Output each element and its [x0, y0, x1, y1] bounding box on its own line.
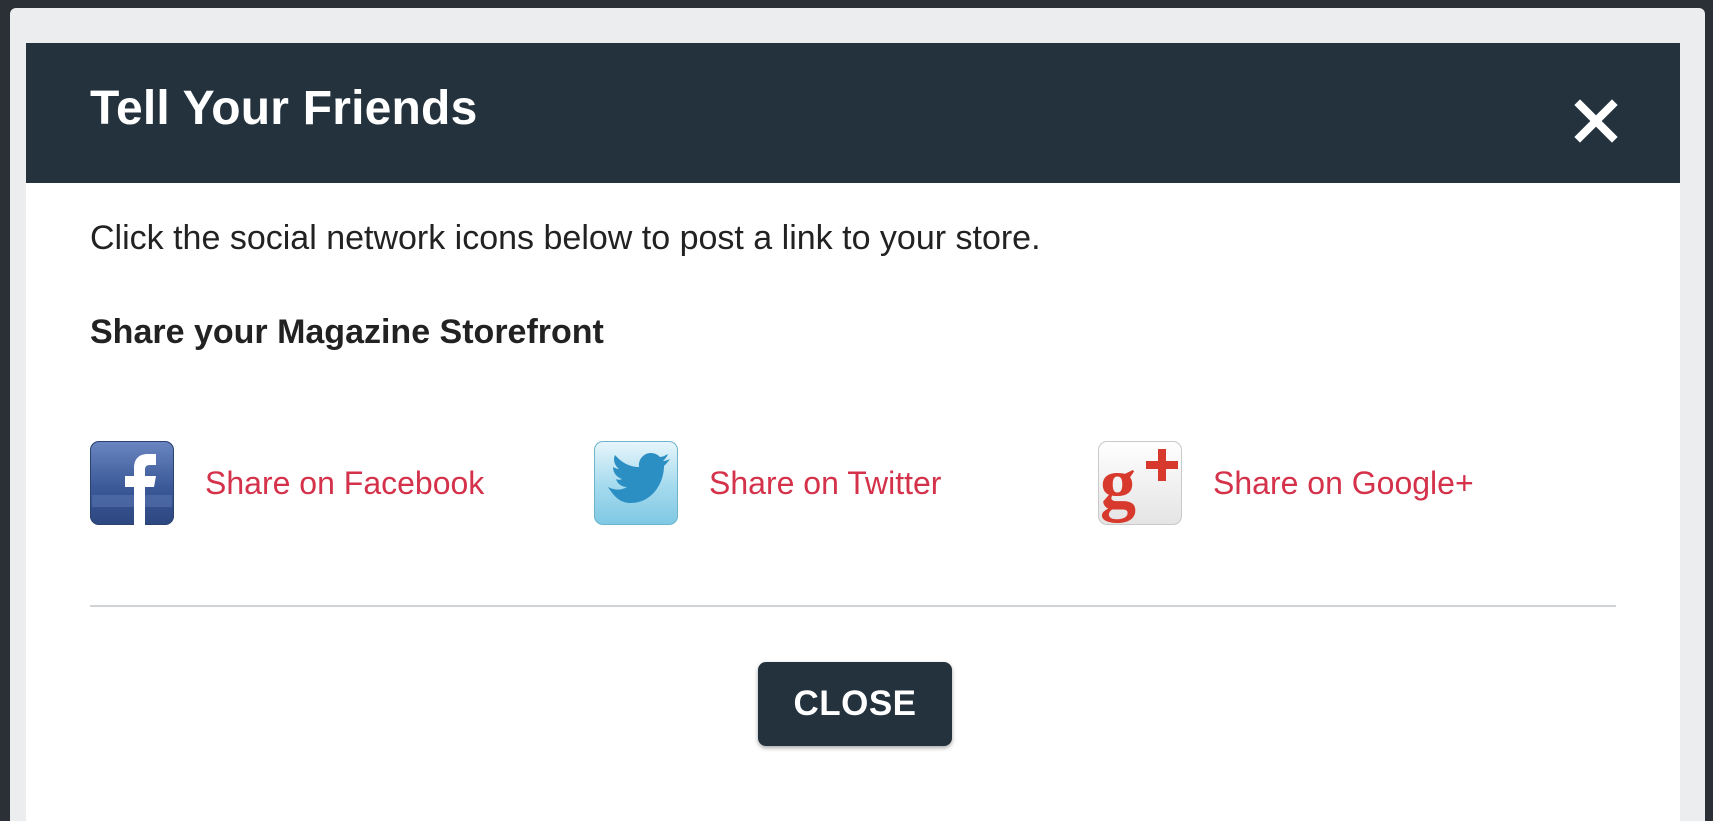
twitter-icon[interactable] — [594, 441, 678, 525]
share-facebook-link[interactable]: Share on Facebook — [90, 440, 484, 526]
dialog-header: Tell Your Friends — [26, 43, 1680, 183]
svg-text:g: g — [1100, 443, 1136, 523]
divider — [90, 605, 1616, 607]
share-subheading: Share your Magazine Storefront — [90, 313, 604, 351]
share-facebook-label: Share on Facebook — [205, 464, 485, 501]
share-twitter-label: Share on Twitter — [709, 464, 942, 501]
google-plus-icon[interactable]: g — [1098, 441, 1182, 525]
share-google-plus-label: Share on Google+ — [1213, 464, 1474, 501]
share-dialog: Tell Your Friends Click the social netwo… — [26, 43, 1680, 821]
share-google-plus-link[interactable]: g Share on Google+ — [1098, 440, 1474, 526]
dialog-title: Tell Your Friends — [90, 82, 478, 135]
facebook-icon[interactable] — [90, 441, 174, 525]
close-icon[interactable] — [1574, 99, 1618, 143]
share-twitter-link[interactable]: Share on Twitter — [594, 440, 941, 526]
close-button[interactable]: CLOSE — [758, 662, 952, 746]
intro-text: Click the social network icons below to … — [90, 219, 1041, 257]
